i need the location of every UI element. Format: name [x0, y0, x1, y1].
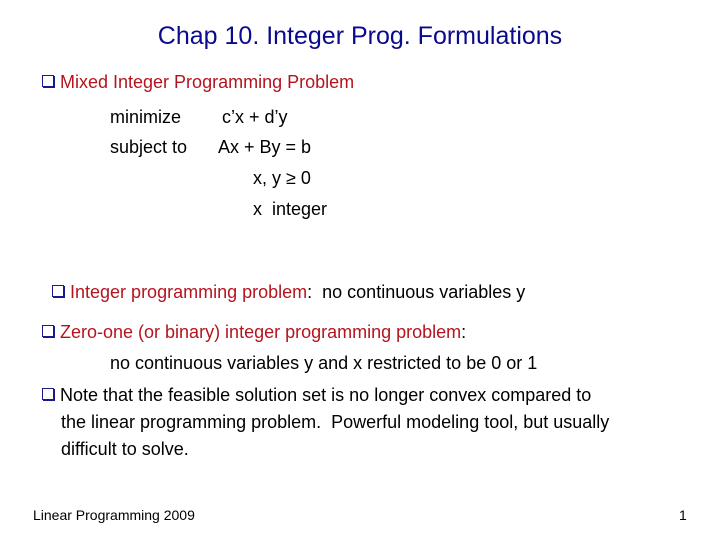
square-bullet-icon: [42, 388, 54, 400]
square-bullet-icon: [52, 285, 65, 297]
bullet-integer-programming: Integer programming problem: no continuo…: [42, 261, 525, 303]
bullet-heading: Integer programming problem: [70, 282, 308, 302]
note-line-3: difficult to solve.: [61, 439, 189, 459]
constraint-integrality: x integer: [253, 199, 328, 219]
bullet-heading: Zero-one (or binary) integer programming…: [60, 322, 462, 342]
note-line-2: the linear programming problem. Powerful…: [61, 412, 610, 432]
footer-course-name: Linear Programming 2009: [33, 507, 195, 523]
minimize-label: minimize: [110, 107, 182, 127]
bullet-text: :: [461, 322, 467, 342]
slide-title: Chap 10. Integer Prog. Formulations: [157, 22, 563, 50]
page-number: 1: [679, 507, 687, 523]
bullet-zero-one: Zero-one (or binary) integer programming…: [42, 322, 466, 343]
zero-one-detail: no continuous variables y and x restrict…: [110, 353, 538, 373]
objective-expression: c’x + d’y: [222, 107, 288, 127]
bullet-heading: Mixed Integer Programming Problem: [60, 72, 355, 92]
bullet-note: Note that the feasible solution set is n…: [42, 385, 591, 406]
square-bullet-icon: [42, 325, 54, 337]
constraint-nonnegativity: x, y ≥ 0: [253, 168, 311, 188]
constraint-equality: Ax + By = b: [218, 137, 312, 157]
square-bullet-icon: [42, 75, 54, 87]
note-line-1: Note that the feasible solution set is n…: [60, 385, 592, 405]
bullet-text: : no continuous variables y: [307, 282, 526, 302]
bullet-mixed-integer: Mixed Integer Programming Problem: [42, 72, 354, 93]
subject-to-label: subject to: [110, 137, 188, 157]
